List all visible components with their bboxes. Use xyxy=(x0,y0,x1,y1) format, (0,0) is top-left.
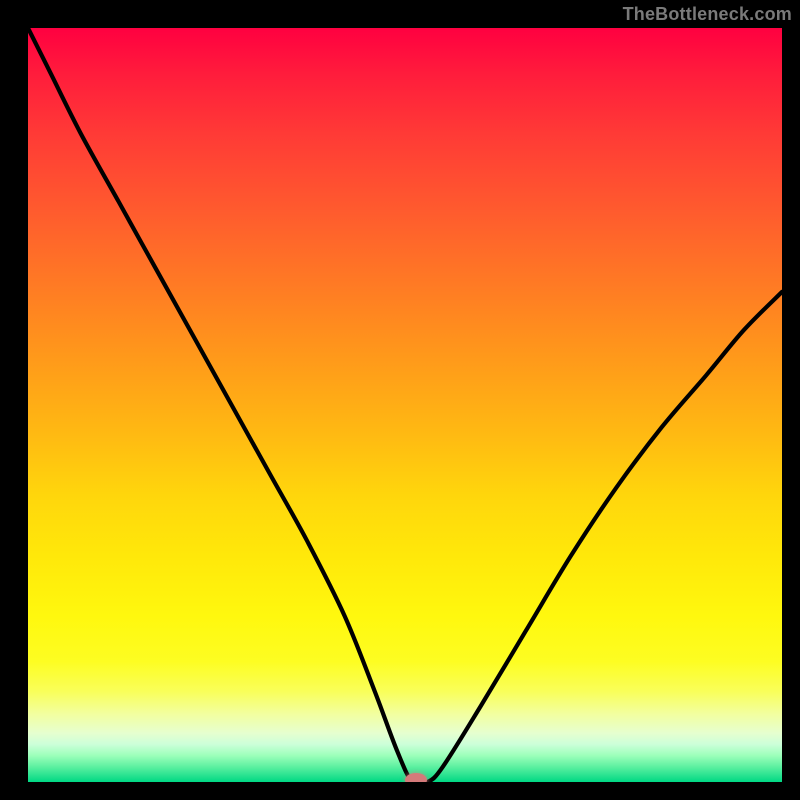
bottleneck-curve xyxy=(28,28,782,782)
watermark-text: TheBottleneck.com xyxy=(623,4,792,25)
optimal-point-marker xyxy=(405,773,427,782)
plot-area xyxy=(28,28,782,782)
chart-frame: TheBottleneck.com xyxy=(0,0,800,800)
